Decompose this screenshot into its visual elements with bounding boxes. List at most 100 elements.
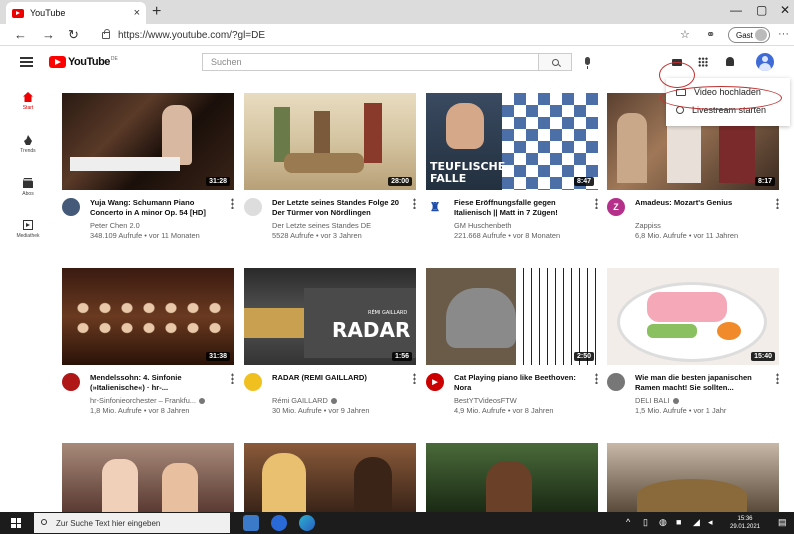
tray-app-icon[interactable]: ■	[676, 517, 681, 527]
notification-center-icon[interactable]: ▤	[778, 517, 787, 528]
search-button[interactable]	[539, 53, 572, 71]
tray-app-icon[interactable]: ▯	[643, 517, 648, 528]
video-card[interactable]: 31:38 Mendelssohn: 4. Sinfonie (»Italien…	[62, 268, 234, 435]
video-thumbnail[interactable]: RÉMI GAILLARD RADAR 1:56	[244, 268, 416, 365]
favorites-star-icon[interactable]: ☆	[680, 28, 690, 41]
video-card[interactable]	[607, 443, 779, 512]
channel-name[interactable]: DELI BALI	[635, 396, 769, 405]
video-stats: 221.668 Aufrufe • vor 8 Monaten	[454, 231, 561, 240]
reload-icon[interactable]: ↻	[68, 27, 79, 43]
video-title[interactable]: Amadeus: Mozart's Genius	[635, 198, 769, 208]
video-title[interactable]: Fiese Eröffnungsfalle gegen Italienisch …	[454, 198, 588, 218]
channel-avatar[interactable]	[62, 373, 80, 391]
video-thumbnail[interactable]	[62, 443, 234, 512]
video-options-icon[interactable]	[413, 198, 416, 209]
video-title[interactable]: Mendelssohn: 4. Sinfonie (»Italienische«…	[90, 373, 224, 393]
video-title[interactable]: Cat Playing piano like Beethoven: Nora	[454, 373, 588, 393]
video-title[interactable]: RADAR (REMI GAILLARD)	[272, 373, 406, 383]
network-icon[interactable]: ◢	[693, 517, 700, 528]
video-thumbnail[interactable]: 15:40	[607, 268, 779, 365]
tab-close-button[interactable]: ×	[134, 7, 140, 19]
channel-name[interactable]: Rémi GAILLARD	[272, 396, 406, 405]
browser-tab[interactable]: YouTube ×	[6, 2, 146, 24]
video-thumbnail[interactable]	[607, 443, 779, 512]
video-card[interactable]: 2:50 ▶ Cat Playing piano like Beethoven:…	[426, 268, 598, 435]
video-thumbnail[interactable]: 31:28	[62, 93, 234, 190]
annotation-circle-icon	[659, 62, 695, 88]
video-options-icon[interactable]	[595, 198, 598, 209]
channel-avatar[interactable]: ♜	[426, 198, 444, 216]
tray-expand-icon[interactable]: ^	[626, 517, 630, 527]
sidebar-item-abos[interactable]: Abos	[0, 178, 56, 197]
video-thumbnail[interactable]: 31:38	[62, 268, 234, 365]
video-title[interactable]: Wie man die besten japanischen Ramen mac…	[635, 373, 769, 393]
video-title[interactable]: Yuja Wang: Schumann Piano Concerto in A …	[90, 198, 224, 218]
video-card[interactable]: 31:28 Yuja Wang: Schumann Piano Concerto…	[62, 93, 234, 260]
guest-profile-button[interactable]: Gast	[728, 27, 770, 43]
windows-start-icon[interactable]	[11, 518, 21, 528]
maximize-button[interactable]: ▢	[756, 3, 767, 17]
channel-name[interactable]: BestYTVideosFTW	[454, 396, 588, 405]
account-avatar[interactable]	[756, 53, 774, 71]
sidebar: Start Trends Abos Mediathek	[0, 82, 56, 512]
channel-avatar[interactable]	[62, 198, 80, 216]
video-meta: Yuja Wang: Schumann Piano Concerto in A …	[62, 190, 234, 260]
video-thumbnail[interactable]	[426, 443, 598, 512]
video-options-icon[interactable]	[776, 373, 779, 384]
hamburger-menu-icon[interactable]	[20, 57, 33, 67]
channel-name[interactable]: Zappiss	[635, 221, 769, 230]
video-card[interactable]	[426, 443, 598, 512]
notifications-bell-icon[interactable]	[726, 57, 734, 66]
video-title[interactable]: Der Letzte seines Standes Folge 20 Der T…	[272, 198, 406, 218]
video-thumbnail[interactable]: 2:50	[426, 268, 598, 365]
minimize-button[interactable]: —	[730, 3, 742, 17]
window-close-button[interactable]: ✕	[780, 3, 790, 17]
taskbar-clock[interactable]: 15:36 29.01.2021	[720, 515, 770, 531]
sidebar-item-start[interactable]: Start	[0, 92, 56, 111]
channel-avatar[interactable]	[244, 373, 262, 391]
youtube-logo[interactable]: YouTube DE	[49, 56, 118, 68]
back-arrow-icon[interactable]: ←	[14, 27, 27, 42]
channel-avatar[interactable]: Z	[607, 198, 625, 216]
url-text: https://www.youtube.com/?gl=DE	[118, 29, 266, 41]
volume-icon[interactable]: ◂	[708, 517, 713, 528]
video-thumbnail[interactable]	[244, 443, 416, 512]
sidebar-item-mediathek[interactable]: Mediathek	[0, 220, 56, 239]
zoom-app-icon[interactable]	[271, 515, 287, 531]
video-options-icon[interactable]	[776, 198, 779, 209]
video-duration: 1:56	[391, 352, 412, 361]
video-thumbnail[interactable]: TEUFLISCHE FALLE 8:47	[426, 93, 598, 190]
search-input[interactable]: Suchen	[202, 53, 539, 71]
apps-grid-icon[interactable]	[698, 57, 708, 67]
video-card[interactable]: RÉMI GAILLARD RADAR 1:56 RADAR (REMI GAI…	[244, 268, 416, 435]
taskbar-search-input[interactable]: Zur Suche Text hier eingeben	[34, 513, 230, 533]
video-card[interactable]	[62, 443, 234, 512]
microphone-icon[interactable]	[585, 57, 590, 69]
sidebar-item-trends[interactable]: Trends	[0, 135, 56, 154]
channel-name[interactable]: Der Letzte seines Standes DE	[272, 221, 406, 230]
video-thumbnail[interactable]: 28:00	[244, 93, 416, 190]
forward-arrow-icon[interactable]: →	[42, 27, 55, 42]
url-field[interactable]: https://www.youtube.com/?gl=DE	[96, 27, 656, 43]
collections-icon[interactable]: ⚭	[706, 28, 715, 41]
channel-avatar[interactable]	[607, 373, 625, 391]
video-card[interactable]: 28:00 Der Letzte seines Standes Folge 20…	[244, 93, 416, 260]
video-options-icon[interactable]	[595, 373, 598, 384]
channel-name-text: DELI BALI	[635, 396, 670, 405]
video-options-icon[interactable]	[231, 373, 234, 384]
new-tab-button[interactable]: +	[152, 3, 161, 21]
video-card[interactable]: 15:40 Wie man die besten japanischen Ram…	[607, 268, 779, 435]
video-options-icon[interactable]	[413, 373, 416, 384]
video-options-icon[interactable]	[231, 198, 234, 209]
tray-app-icon[interactable]: ◍	[659, 517, 667, 528]
channel-avatar[interactable]	[244, 198, 262, 216]
video-card[interactable]: TEUFLISCHE FALLE 8:47 ♜ Fiese Eröffnungs…	[426, 93, 598, 260]
photos-app-icon[interactable]	[243, 515, 259, 531]
edge-browser-icon[interactable]	[299, 515, 315, 531]
channel-avatar[interactable]: ▶	[426, 373, 444, 391]
channel-name[interactable]: hr-Sinfonieorchester – Frankfu...	[90, 396, 224, 405]
channel-name[interactable]: Peter Chen 2.0	[90, 221, 224, 230]
more-menu-icon[interactable]: ···	[778, 28, 789, 40]
channel-name[interactable]: GM Huschenbeth	[454, 221, 588, 230]
video-card[interactable]	[244, 443, 416, 512]
